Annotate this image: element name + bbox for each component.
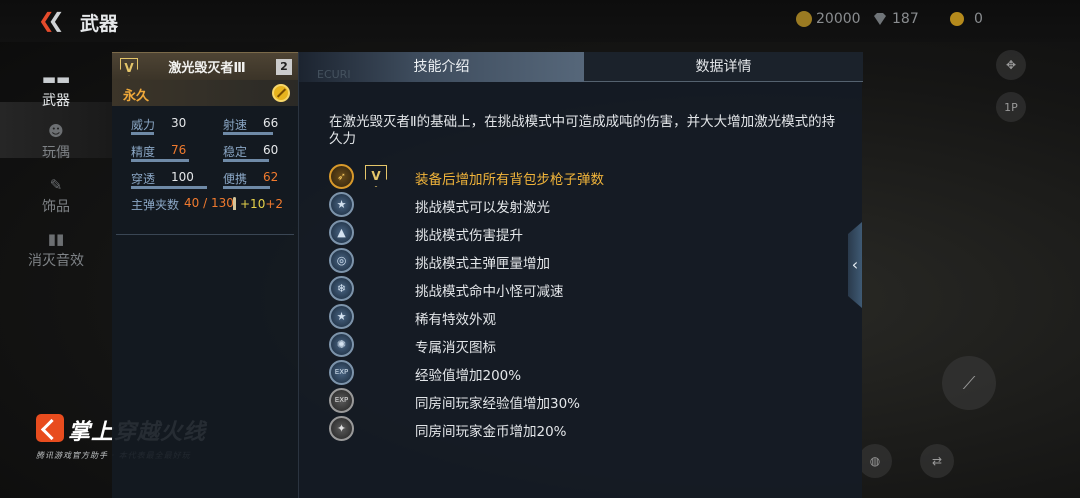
exp-icon: EXP bbox=[329, 360, 354, 385]
skill-row: ➶ V 装备后增加所有背包步枪子弹数 bbox=[329, 164, 849, 190]
skill-row: ✦ 同房间玩家金币增加20% bbox=[329, 416, 849, 442]
skill-panel: ECURI 技能介绍 数据详情 在激光毁灭者Ⅱ的基础上，在挑战模式中可造成成吨的… bbox=[298, 52, 863, 498]
sound-icon: ▮▮ bbox=[47, 230, 65, 248]
skill-row: ◎ 挑战模式主弹匣量增加 bbox=[329, 248, 849, 274]
nav-item-accessory[interactable]: ✎ 饰品 bbox=[0, 176, 112, 216]
stat-penetration: 穿透 100 bbox=[131, 168, 211, 190]
damage-up-icon: ▲ bbox=[329, 220, 354, 245]
magazine-icon: ◎ bbox=[329, 248, 354, 273]
page-title: 武器 bbox=[80, 13, 119, 35]
stat-portability: 便携 62 bbox=[223, 168, 303, 190]
skill-text: 装备后增加所有背包步枪子弹数 bbox=[415, 172, 604, 188]
weapon-duration: 永久 bbox=[123, 89, 150, 104]
skill-row: EXP 经验值增加200% bbox=[329, 360, 849, 386]
gem-balance: 187 bbox=[872, 11, 919, 27]
rifle-icon: ➶ bbox=[329, 164, 354, 189]
skin-icon[interactable]: ◍ bbox=[858, 444, 892, 478]
skill-text: 挑战模式主弹匣量增加 bbox=[415, 256, 550, 272]
tab-skill-intro[interactable]: ECURI 技能介绍 bbox=[299, 52, 584, 82]
stat-bar bbox=[223, 186, 270, 189]
magazine-label: 主弹夹数 bbox=[131, 198, 180, 212]
back-button[interactable]: ❮❮ bbox=[38, 8, 66, 34]
tab-data-details[interactable]: 数据详情 bbox=[584, 52, 863, 82]
accessory-icon: ✎ bbox=[49, 176, 63, 194]
weapon-name: 激光毁灭者Ⅲ bbox=[168, 61, 246, 76]
skill-description: 在激光毁灭者Ⅱ的基础上，在挑战模式中可造成成吨的伤害，并大大增加激光模式的持久力 bbox=[329, 114, 836, 147]
nav-item-weapon[interactable]: ▬▬ 武器 bbox=[0, 70, 112, 110]
star-icon: ★ bbox=[329, 192, 354, 217]
slow-icon: ❄ bbox=[329, 276, 354, 301]
knife-icon[interactable]: ⟋ bbox=[942, 356, 996, 410]
stat-bar bbox=[131, 132, 154, 135]
magazine-value: 40 / 130 bbox=[184, 196, 234, 210]
stat-bar bbox=[131, 186, 207, 189]
bullet-icon bbox=[233, 197, 236, 210]
medal-balance: 0 bbox=[950, 11, 983, 27]
nav-item-kill-sound[interactable]: ▮▮ 消灭音效 bbox=[0, 230, 112, 270]
weapon-count-badge: 2 bbox=[276, 58, 292, 75]
skill-text: 挑战模式可以发射激光 bbox=[415, 200, 550, 216]
stat-bar bbox=[223, 159, 269, 162]
doll-icon: ☻ bbox=[48, 122, 64, 140]
nav-item-doll[interactable]: ☻ 玩偶 bbox=[0, 122, 112, 162]
coin-balance: 20000 bbox=[796, 11, 861, 27]
skill-text: 专属消灭图标 bbox=[415, 340, 496, 356]
skill-row: ▲ 挑战模式伤害提升 bbox=[329, 220, 849, 246]
stat-accuracy: 精度 76 bbox=[131, 141, 211, 163]
stat-power: 威力 30 bbox=[131, 114, 211, 136]
logo-mark bbox=[36, 414, 64, 442]
magazine-bonus: +10+2 bbox=[240, 197, 284, 211]
coin-icon bbox=[796, 11, 812, 27]
room-coin-icon: ✦ bbox=[329, 416, 354, 441]
rank-badge-icon: V bbox=[365, 165, 387, 187]
skill-text: 稀有特效外观 bbox=[415, 312, 496, 328]
stat-bar bbox=[131, 159, 189, 162]
skill-text: 同房间玩家金币增加20% bbox=[415, 424, 567, 440]
skill-text: 经验值增加200% bbox=[415, 368, 522, 384]
permanent-icon bbox=[272, 84, 290, 102]
skill-row: ✺ 专属消灭图标 bbox=[329, 332, 849, 358]
room-exp-icon: EXP bbox=[329, 388, 354, 413]
skill-text: 挑战模式命中小怪可减速 bbox=[415, 284, 564, 300]
star-icon: ★ bbox=[329, 304, 354, 329]
skill-row: EXP 同房间玩家经验值增加30% bbox=[329, 388, 849, 414]
stat-fire-rate: 射速 66 bbox=[223, 114, 303, 136]
swap-icon[interactable]: ⇄ bbox=[920, 444, 954, 478]
chevron-left-icon: ‹ bbox=[851, 255, 859, 274]
rank-badge-icon: V bbox=[120, 57, 138, 76]
weapon-info-card: V 激光毁灭者Ⅲ 2 永久 威力 30 射速 66 精度 76 稳定 60 穿透… bbox=[112, 52, 298, 498]
rotate-view-icon[interactable]: ✥ bbox=[996, 50, 1026, 80]
diamond-icon bbox=[874, 13, 886, 25]
weapon-duration-row: 永久 bbox=[112, 80, 298, 106]
kill-icon: ✺ bbox=[329, 332, 354, 357]
skill-row: ❄ 挑战模式命中小怪可减速 bbox=[329, 276, 849, 302]
skill-text: 同房间玩家经验值增加30% bbox=[415, 396, 581, 412]
skill-row: ★ 挑战模式可以发射激光 bbox=[329, 192, 849, 218]
divider bbox=[116, 234, 294, 235]
skill-row: ★ 稀有特效外观 bbox=[329, 304, 849, 330]
skill-text: 挑战模式伤害提升 bbox=[415, 228, 523, 244]
stat-stability: 稳定 60 bbox=[223, 141, 303, 163]
stat-bar bbox=[223, 132, 273, 135]
slot-1p-button[interactable]: 1P bbox=[996, 92, 1026, 122]
weapon-header: V 激光毁灭者Ⅲ 2 bbox=[112, 52, 298, 80]
collapse-panel-button[interactable]: ‹ bbox=[848, 222, 862, 308]
gun-icon: ▬▬ bbox=[41, 70, 71, 88]
detail-tabs: ECURI 技能介绍 数据详情 bbox=[299, 52, 863, 82]
medal-icon bbox=[950, 12, 964, 26]
top-bar: ❮❮ 武器 20000 187 0 bbox=[0, 0, 1080, 42]
